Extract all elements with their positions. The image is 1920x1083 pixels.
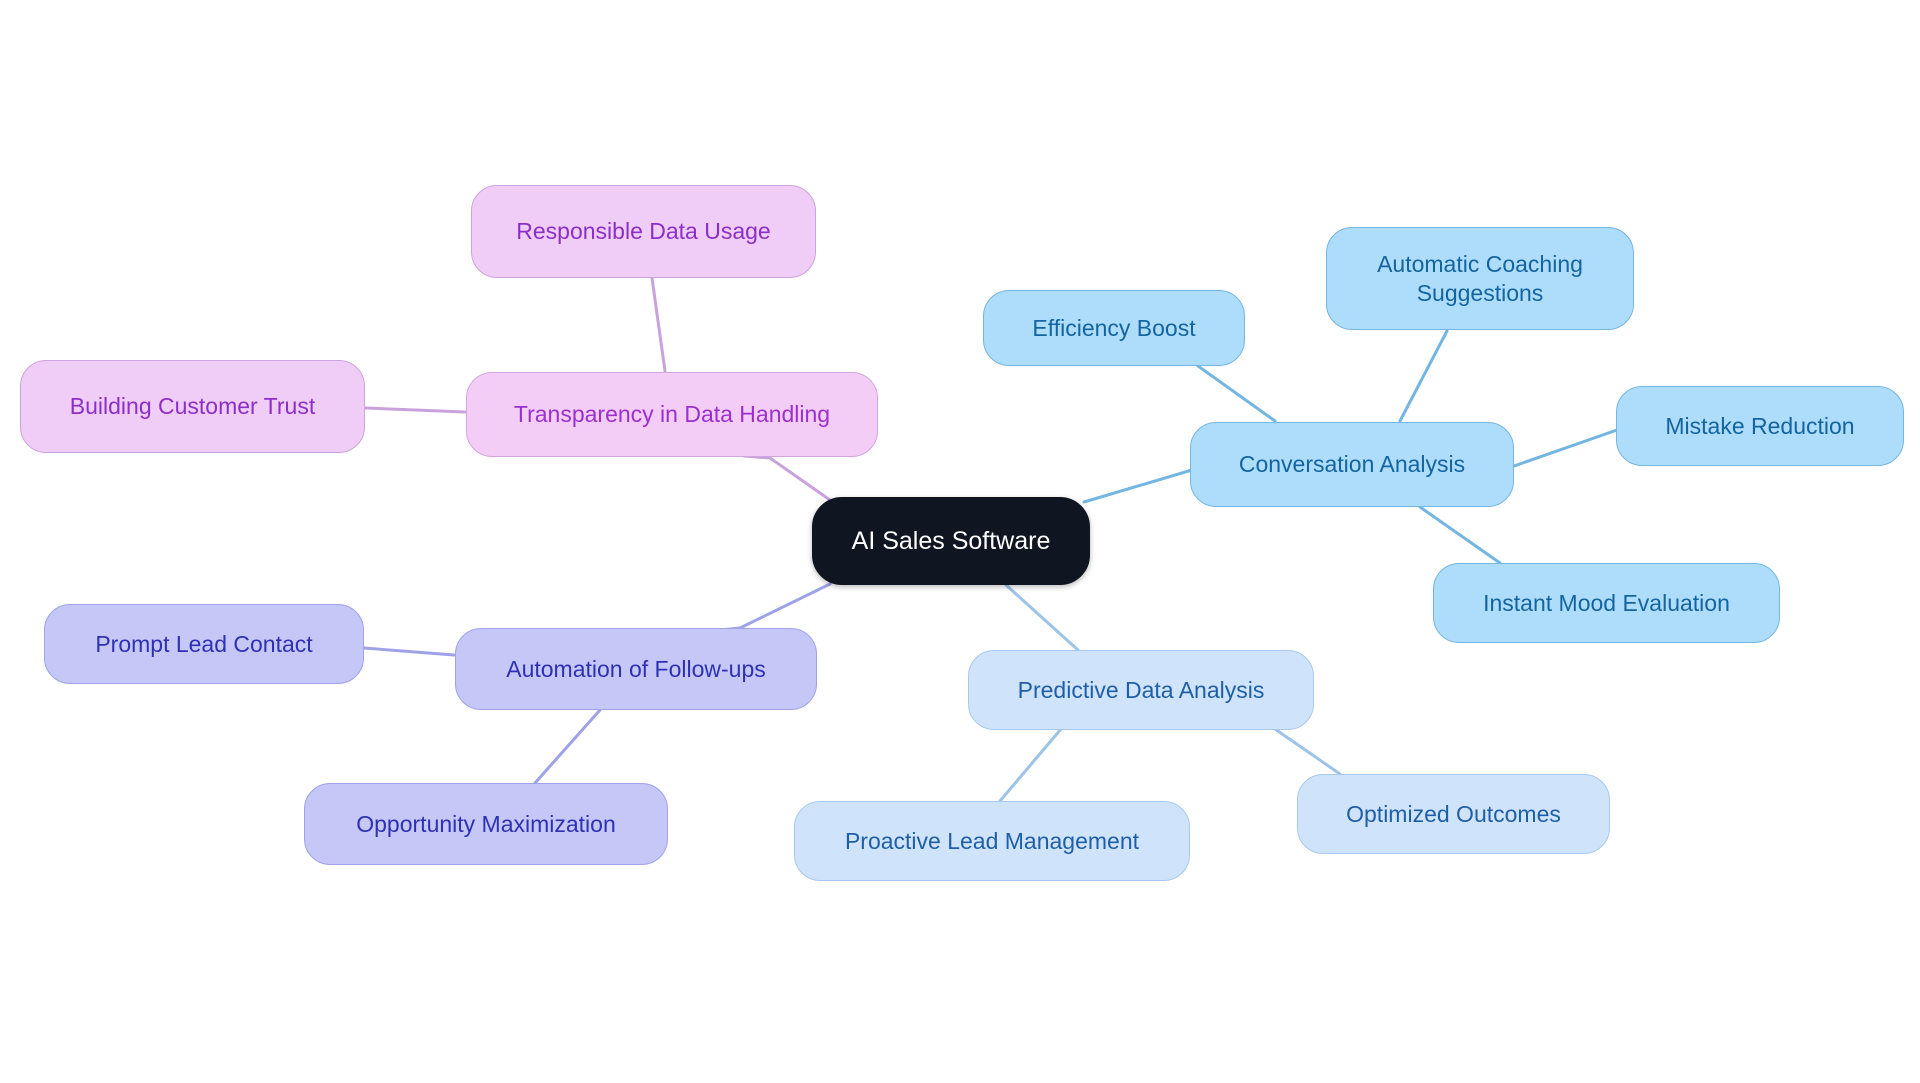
- node-label: Automation of Follow-ups: [506, 655, 766, 682]
- mindmap-leaf-node-efficiency-boost[interactable]: Efficiency Boost: [983, 290, 1245, 366]
- node-label: Instant Mood Evaluation: [1483, 589, 1730, 616]
- mindmap-branch-node-transparency[interactable]: Transparency in Data Handling: [466, 372, 878, 457]
- node-label: AI Sales Software: [851, 526, 1051, 555]
- mindmap-leaf-node-optimized-outcomes[interactable]: Optimized Outcomes: [1297, 774, 1610, 854]
- node-label: Prompt Lead Contact: [95, 630, 313, 657]
- node-label: Mistake Reduction: [1665, 412, 1855, 439]
- mindmap-edge: [998, 727, 1063, 803]
- mindmap-leaf-node-automatic-coaching-suggestions[interactable]: Automatic Coaching Suggestions: [1326, 227, 1634, 330]
- node-label: Opportunity Maximization: [356, 810, 616, 837]
- mindmap-edge: [362, 646, 456, 657]
- mindmap-edge: [742, 454, 832, 502]
- mindmap-branch-node-conversation-analysis[interactable]: Conversation Analysis: [1190, 422, 1514, 507]
- mindmap-leaf-node-opportunity-maximization[interactable]: Opportunity Maximization: [304, 783, 668, 865]
- node-label: Responsible Data Usage: [516, 218, 771, 245]
- node-label: Transparency in Data Handling: [513, 401, 831, 428]
- mindmap-edge: [1512, 428, 1619, 468]
- mindmap-edge: [533, 708, 602, 785]
- mindmap-edge: [1004, 583, 1080, 652]
- node-label: Automatic Coaching Suggestions: [1377, 251, 1583, 306]
- node-label: Predictive Data Analysis: [1017, 676, 1265, 703]
- mindmap-leaf-node-responsible-data-usage[interactable]: Responsible Data Usage: [471, 185, 816, 278]
- mindmap-edge: [698, 582, 832, 634]
- node-label: Building Customer Trust: [69, 393, 316, 420]
- mindmap-edge: [1418, 505, 1502, 565]
- node-label: Efficiency Boost: [1032, 314, 1196, 341]
- node-label: Conversation Analysis: [1238, 451, 1466, 478]
- mindmap-edge: [364, 406, 467, 414]
- mindmap-edge: [1398, 329, 1449, 423]
- mindmap-leaf-node-instant-mood-evaluation[interactable]: Instant Mood Evaluation: [1433, 563, 1780, 643]
- mindmap-edge: [1082, 468, 1194, 504]
- mindmap-edge: [1273, 727, 1342, 776]
- mindmap-leaf-node-mistake-reduction[interactable]: Mistake Reduction: [1616, 386, 1904, 466]
- mindmap-edge: [650, 276, 667, 373]
- mindmap-branch-node-automation-of-follow-ups[interactable]: Automation of Follow-ups: [455, 628, 817, 710]
- mindmap-branch-node-predictive-data-analysis[interactable]: Predictive Data Analysis: [968, 650, 1314, 730]
- node-label: Optimized Outcomes: [1346, 800, 1561, 827]
- mindmap-leaf-node-prompt-lead-contact[interactable]: Prompt Lead Contact: [44, 604, 364, 684]
- mindmap-leaf-node-proactive-lead-management[interactable]: Proactive Lead Management: [794, 801, 1190, 881]
- node-label: Proactive Lead Management: [844, 827, 1140, 854]
- mindmap-edge: [1196, 364, 1277, 423]
- mindmap-leaf-node-building-customer-trust[interactable]: Building Customer Trust: [20, 360, 365, 453]
- mindmap-root-node[interactable]: AI Sales Software: [812, 497, 1090, 585]
- mindmap-canvas: AI Sales Software Transparency in Data Ha…: [0, 0, 1920, 1083]
